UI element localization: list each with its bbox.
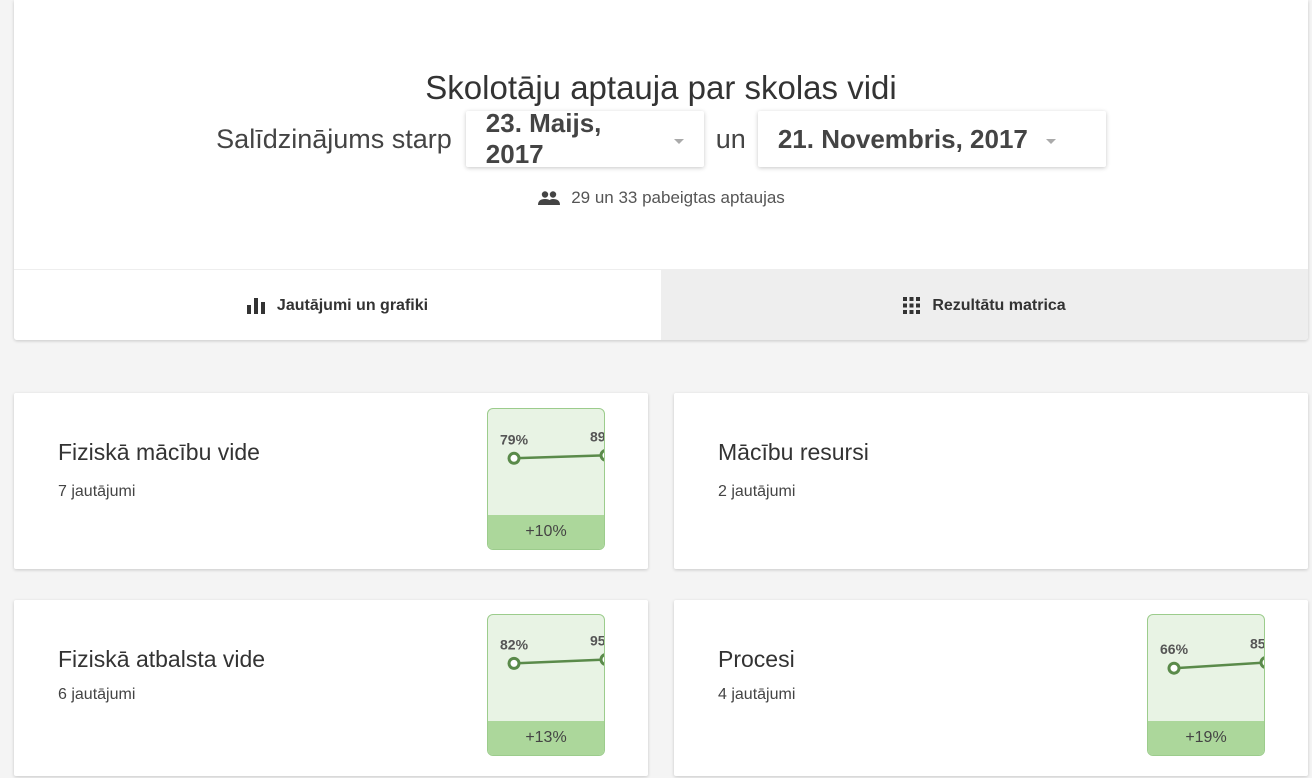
chevron-down-icon [1045,138,1056,144]
trend-point-to [599,449,604,462]
trend-delta: +10% [488,515,604,549]
trend-point-from [507,656,521,670]
trend-label-to: 95% [590,633,605,649]
trend-badge: 66% 85% +19% [1147,614,1265,756]
trend-label-from: 66% [1160,641,1189,657]
trend-label-to: 85% [1250,636,1265,652]
completed-count: 29 un 33 pabeigtas aptaujas [14,188,1308,208]
card-title: Fiziskā mācību vide [58,439,260,465]
card-subtitle: 7 jautājumi [58,483,136,500]
trend-sparkline: 66% 85% [1160,636,1265,675]
trend-point-from [1167,661,1181,675]
tab-questions-charts[interactable]: Jautājumi un grafiki [14,270,661,340]
bar-chart-icon [246,297,265,314]
completed-text: 29 un 33 pabeigtas aptaujas [571,188,785,207]
tab-label: Rezultātu matrica [932,296,1066,314]
category-card-physical-support[interactable]: Fiziskā atbalsta vide 6 jautājumi 82% 95%… [14,600,648,776]
date-from-select[interactable]: 23. Maijs, 2017 [465,108,704,169]
date-to-select[interactable]: 21. Novembris, 2017 [757,111,1106,167]
comparison-row: Salīdzinājums starp 23. Maijs, 2017 un 2… [14,108,1308,169]
page-title: Skolotāju aptauja par skolas vidi [425,69,897,106]
chevron-down-icon [673,138,684,144]
tab-bar: Jautājumi un grafiki Rezultātu matrica [14,269,1308,340]
trend-point-from [507,451,521,465]
trend-line [513,454,604,460]
trend-sparkline: 79% 89% [500,428,605,465]
trend-line [513,658,604,665]
trend-badge: 79% 89% +10% [487,408,605,550]
tab-label: Jautājumi un grafiki [276,296,429,314]
people-icon [538,191,561,205]
between-label: un [715,123,746,154]
card-subtitle: 2 jautājumi [718,483,796,500]
tab-results-matrix[interactable]: Rezultātu matrica [661,270,1308,340]
category-card-learning-resources[interactable]: Mācību resursi 2 jautājumi [674,393,1308,569]
compare-label: Salīdzinājums starp [216,123,452,154]
trend-badge: 82% 95% +13% [487,614,605,756]
card-title: Fiziskā atbalsta vide [58,646,266,672]
survey-header: Skolotāju aptauja par skolas vidi Salīdz… [14,0,1308,340]
trend-label-from: 79% [500,431,529,447]
date-to-value: 21. Novembris, 2017 [777,123,1028,154]
card-subtitle: 4 jautājumi [718,686,796,703]
trend-line [1173,661,1264,670]
grid-icon [903,297,921,314]
trend-point-to [1259,656,1264,669]
category-card-physical-learning[interactable]: Fiziskā mācību vide 7 jautājumi 79% 89% +… [14,393,648,569]
date-from-value: 23. Maijs, 2017 [485,108,602,169]
trend-label-to: 89% [590,428,605,444]
card-title: Mācību resursi [718,439,869,465]
trend-delta: +13% [488,721,604,755]
trend-label-from: 82% [500,636,529,652]
trend-point-to [599,653,604,666]
trend-sparkline: 82% 95% [500,633,605,670]
card-title: Procesi [718,646,795,672]
trend-delta: +19% [1148,721,1264,755]
category-card-processes[interactable]: Procesi 4 jautājumi 66% 85% +19% [674,600,1308,776]
card-subtitle: 6 jautājumi [58,686,136,703]
